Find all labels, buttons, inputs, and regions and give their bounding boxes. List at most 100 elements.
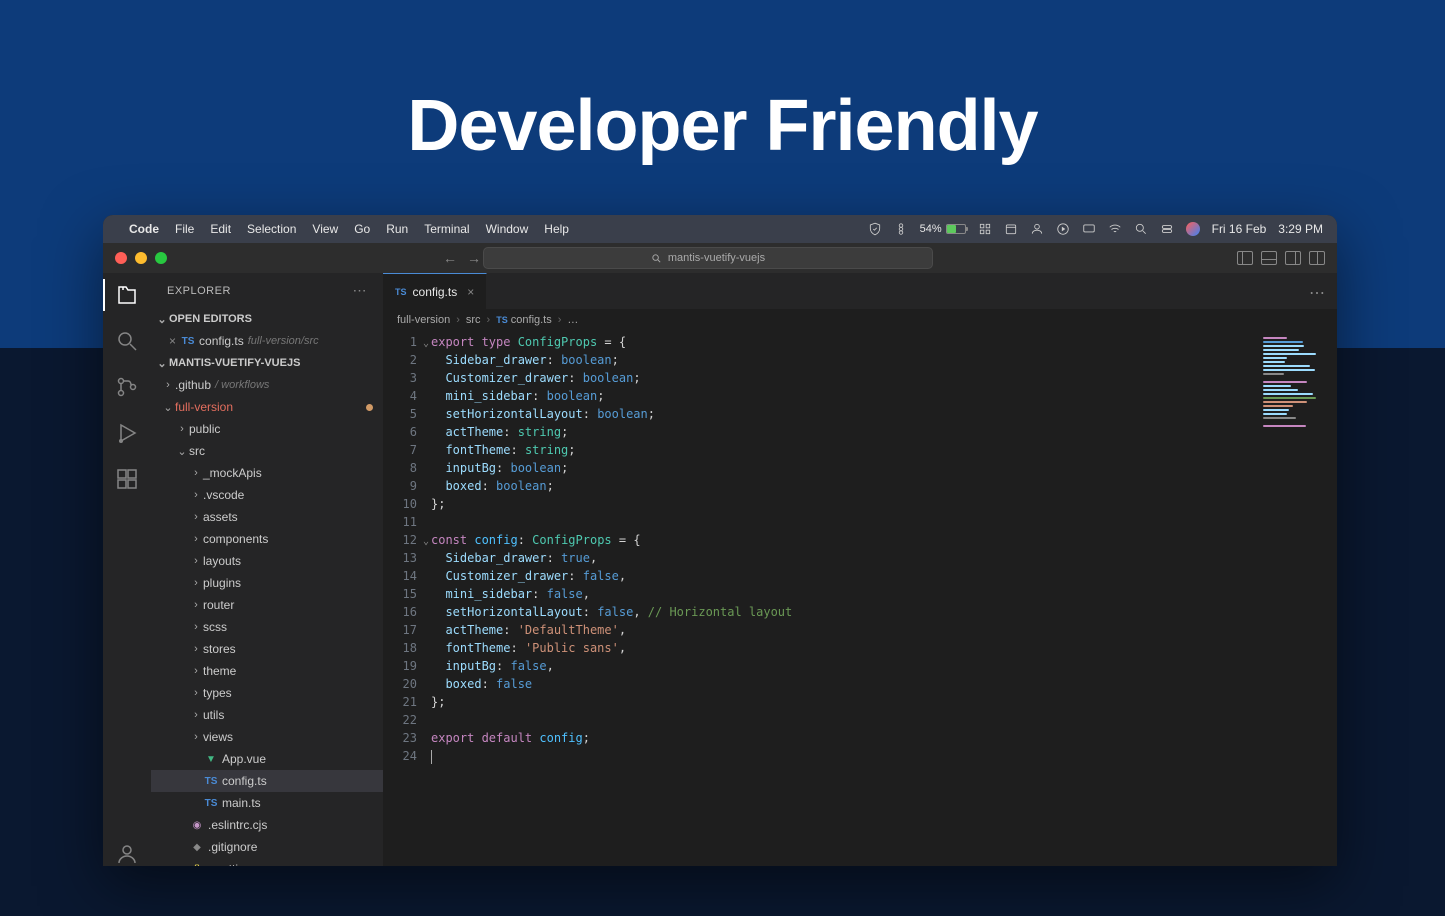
code-editor[interactable]: 1⌄23456789101112⌄13141516171819202122232… <box>383 331 1337 866</box>
file-item[interactable]: TSmain.ts <box>151 792 383 814</box>
open-editor-item[interactable]: × TS config.ts full-version/src <box>151 330 383 352</box>
command-center[interactable]: mantis-vuetify-vuejs <box>483 247 933 269</box>
explorer-icon[interactable] <box>115 283 139 307</box>
siri-icon[interactable] <box>1186 222 1200 236</box>
search-icon[interactable] <box>1134 222 1148 236</box>
menu-terminal[interactable]: Terminal <box>424 222 469 236</box>
menubar-date[interactable]: Fri 16 Feb <box>1212 222 1267 236</box>
breadcrumb[interactable]: full-version › src › TS config.ts › … <box>383 309 1337 331</box>
menu-file[interactable]: File <box>175 222 194 236</box>
close-window-button[interactable] <box>115 252 127 264</box>
file-item[interactable]: ◉.eslintrc.cjs <box>151 814 383 836</box>
ts-icon: TS <box>395 287 407 297</box>
grid-icon[interactable] <box>978 222 992 236</box>
more-actions-button[interactable]: ⋯ <box>353 282 368 299</box>
folder-item[interactable]: ›.vscode <box>151 484 383 506</box>
project-section[interactable]: MANTIS-VUETIFY-VUEJS <box>151 352 383 374</box>
item-label: full-version <box>175 400 233 414</box>
item-label: utils <box>203 708 224 722</box>
folder-item[interactable]: ›components <box>151 528 383 550</box>
close-editor-button[interactable]: × <box>169 334 176 348</box>
nav-forward-button[interactable]: → <box>467 250 481 266</box>
chevron-right-icon: › <box>189 533 203 545</box>
run-debug-icon[interactable] <box>115 421 139 445</box>
menu-view[interactable]: View <box>312 222 338 236</box>
breadcrumb-separator: › <box>558 314 562 326</box>
code-content[interactable]: export type ConfigProps = { Sidebar_draw… <box>431 331 1337 866</box>
menu-run[interactable]: Run <box>386 222 408 236</box>
battery-status[interactable]: 54% <box>920 223 966 235</box>
file-item[interactable]: ◆.gitignore <box>151 836 383 858</box>
source-control-icon[interactable] <box>115 375 139 399</box>
nav-back-button[interactable]: ← <box>443 250 457 266</box>
wifi-icon[interactable] <box>1108 222 1122 236</box>
figma-icon[interactable] <box>894 222 908 236</box>
item-label: .eslintrc.cjs <box>208 818 267 832</box>
eslint-icon: ◉ <box>189 820 205 831</box>
open-editors-section[interactable]: OPEN EDITORS <box>151 308 383 330</box>
item-label: types <box>203 686 232 700</box>
breadcrumb-item[interactable]: … <box>567 314 578 326</box>
folder-item[interactable]: ›theme <box>151 660 383 682</box>
folder-item[interactable]: ›views <box>151 726 383 748</box>
menu-go[interactable]: Go <box>354 222 370 236</box>
ts-icon: TS <box>203 776 219 787</box>
calendar-icon[interactable] <box>1004 222 1018 236</box>
file-item[interactable]: ▼App.vue <box>151 748 383 770</box>
shield-check-icon[interactable] <box>868 222 882 236</box>
accounts-icon[interactable] <box>115 842 139 866</box>
file-item[interactable]: TSconfig.ts <box>151 770 383 792</box>
folder-item[interactable]: ⌄src <box>151 440 383 462</box>
item-label: router <box>203 598 234 612</box>
extensions-icon[interactable] <box>115 467 139 491</box>
toggle-panel-button[interactable] <box>1261 251 1277 265</box>
control-center-icon[interactable] <box>1160 222 1174 236</box>
item-label: _mockApis <box>203 466 262 480</box>
menu-window[interactable]: Window <box>486 222 529 236</box>
item-label: scss <box>203 620 227 634</box>
folder-item[interactable]: ›utils <box>151 704 383 726</box>
toggle-secondary-sidebar-button[interactable] <box>1285 251 1301 265</box>
vscode-window: Code File Edit Selection View Go Run Terminal W… <box>103 215 1337 866</box>
user-icon[interactable] <box>1030 222 1044 236</box>
breadcrumb-item[interactable]: src <box>466 314 481 326</box>
menubar-time[interactable]: 3:29 PM <box>1278 222 1323 236</box>
breadcrumb-item[interactable]: TS config.ts <box>496 314 552 326</box>
menu-app[interactable]: Code <box>129 222 159 236</box>
battery-percent: 54% <box>920 223 942 235</box>
customize-layout-button[interactable] <box>1309 251 1325 265</box>
hero-title: Developer Friendly <box>0 85 1445 167</box>
breadcrumb-item[interactable]: full-version <box>397 314 450 326</box>
folder-item[interactable]: ›assets <box>151 506 383 528</box>
chevron-right-icon: › <box>161 379 175 391</box>
search-icon[interactable] <box>115 329 139 353</box>
editor-tab[interactable]: TS config.ts × <box>383 273 487 309</box>
menu-edit[interactable]: Edit <box>210 222 231 236</box>
play-circle-icon[interactable] <box>1056 222 1070 236</box>
minimize-window-button[interactable] <box>135 252 147 264</box>
menu-help[interactable]: Help <box>544 222 569 236</box>
file-item[interactable]: {}.prettierrc <box>151 858 383 866</box>
toggle-primary-sidebar-button[interactable] <box>1237 251 1253 265</box>
open-editors-label: OPEN EDITORS <box>169 313 252 325</box>
folder-item[interactable]: ›_mockApis <box>151 462 383 484</box>
folder-item[interactable]: ›plugins <box>151 572 383 594</box>
chevron-right-icon: › <box>189 577 203 589</box>
folder-item[interactable]: ⌄full-version <box>151 396 383 418</box>
menu-selection[interactable]: Selection <box>247 222 296 236</box>
folder-item[interactable]: ›.github/ workflows <box>151 374 383 396</box>
folder-item[interactable]: ›types <box>151 682 383 704</box>
folder-item[interactable]: ›layouts <box>151 550 383 572</box>
close-tab-button[interactable]: × <box>467 285 474 299</box>
folder-item[interactable]: ›scss <box>151 616 383 638</box>
mac-menubar: Code File Edit Selection View Go Run Terminal W… <box>103 215 1337 243</box>
folder-item[interactable]: ›router <box>151 594 383 616</box>
folder-item[interactable]: ›public <box>151 418 383 440</box>
display-icon[interactable] <box>1082 222 1096 236</box>
tab-more-button[interactable]: ⋯ <box>1309 283 1325 303</box>
breadcrumb-separator: › <box>487 314 491 326</box>
maximize-window-button[interactable] <box>155 252 167 264</box>
minimap[interactable] <box>1257 331 1337 471</box>
breadcrumb-separator: › <box>456 314 460 326</box>
folder-item[interactable]: ›stores <box>151 638 383 660</box>
